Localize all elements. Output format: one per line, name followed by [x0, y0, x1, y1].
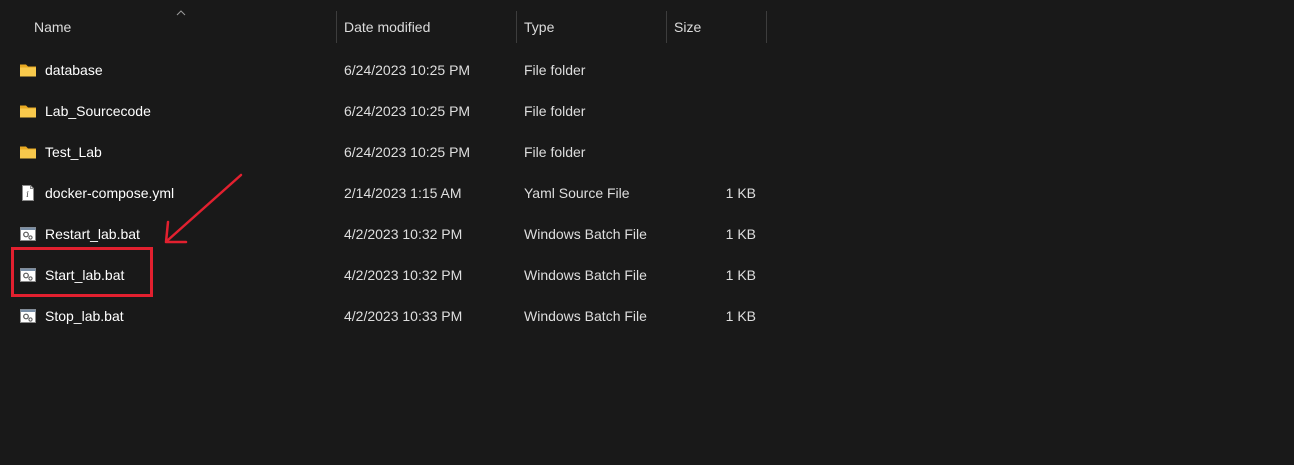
- file-type: Windows Batch File: [524, 267, 647, 283]
- file-row-database[interactable]: database 6/24/2023 10:25 PM File folder: [10, 51, 765, 89]
- file-date-modified: 2/14/2023 1:15 AM: [344, 185, 462, 201]
- file-row-docker-compose[interactable]: i docker-compose.yml 2/14/2023 1:15 AM Y…: [10, 174, 765, 212]
- file-name: Test_Lab: [45, 144, 102, 160]
- file-explorer-list: Name Date modified Type Size database 6/…: [0, 0, 1294, 465]
- file-row-test-lab[interactable]: Test_Lab 6/24/2023 10:25 PM File folder: [10, 133, 765, 171]
- file-size: 1 KB: [725, 226, 756, 242]
- file-size: 1 KB: [725, 308, 756, 324]
- file-type: Windows Batch File: [524, 226, 647, 242]
- column-header-type[interactable]: Type: [516, 8, 666, 44]
- file-name: Lab_Sourcecode: [45, 103, 151, 119]
- yaml-file-icon: i: [22, 185, 34, 201]
- file-name: Start_lab.bat: [45, 267, 125, 283]
- file-name: docker-compose.yml: [45, 185, 175, 201]
- file-name: Restart_lab.bat: [45, 226, 140, 242]
- file-date-modified: 6/24/2023 10:25 PM: [344, 62, 471, 78]
- file-row-start-lab[interactable]: Start_lab.bat 4/2/2023 10:32 PM Windows …: [10, 256, 765, 294]
- file-row-lab-sourcecode[interactable]: Lab_Sourcecode 6/24/2023 10:25 PM File f…: [10, 92, 765, 130]
- file-size: 1 KB: [725, 185, 756, 201]
- column-header-size[interactable]: Size: [666, 8, 766, 44]
- file-type: Yaml Source File: [524, 185, 630, 201]
- batch-file-icon: [20, 268, 36, 282]
- column-header-bar: Name Date modified Type Size: [0, 8, 1294, 44]
- svg-text:i: i: [26, 190, 29, 199]
- file-type: File folder: [524, 62, 586, 78]
- folder-icon: [20, 146, 36, 159]
- file-date-modified: 6/24/2023 10:25 PM: [344, 144, 471, 160]
- file-row-stop-lab[interactable]: Stop_lab.bat 4/2/2023 10:33 PM Windows B…: [10, 297, 765, 335]
- file-date-modified: 6/24/2023 10:25 PM: [344, 103, 471, 119]
- file-size: [676, 92, 756, 130]
- batch-file-icon: [20, 309, 36, 323]
- file-date-modified: 4/2/2023 10:32 PM: [344, 226, 463, 242]
- file-row-restart-lab[interactable]: Restart_lab.bat 4/2/2023 10:32 PM Window…: [10, 215, 765, 253]
- file-type: File folder: [524, 103, 586, 119]
- file-size: [676, 133, 756, 171]
- column-header-date-modified[interactable]: Date modified: [336, 8, 516, 44]
- file-type: File folder: [524, 144, 586, 160]
- folder-icon: [20, 64, 36, 77]
- file-date-modified: 4/2/2023 10:33 PM: [344, 308, 463, 324]
- folder-icon: [20, 105, 36, 118]
- column-divider[interactable]: [766, 11, 767, 43]
- file-type: Windows Batch File: [524, 308, 647, 324]
- column-header-name[interactable]: Name: [26, 8, 336, 44]
- file-size: [676, 51, 756, 89]
- batch-file-icon: [20, 227, 36, 241]
- file-size: 1 KB: [725, 267, 756, 283]
- file-date-modified: 4/2/2023 10:32 PM: [344, 267, 463, 283]
- file-name: database: [45, 62, 103, 78]
- file-name: Stop_lab.bat: [45, 308, 124, 324]
